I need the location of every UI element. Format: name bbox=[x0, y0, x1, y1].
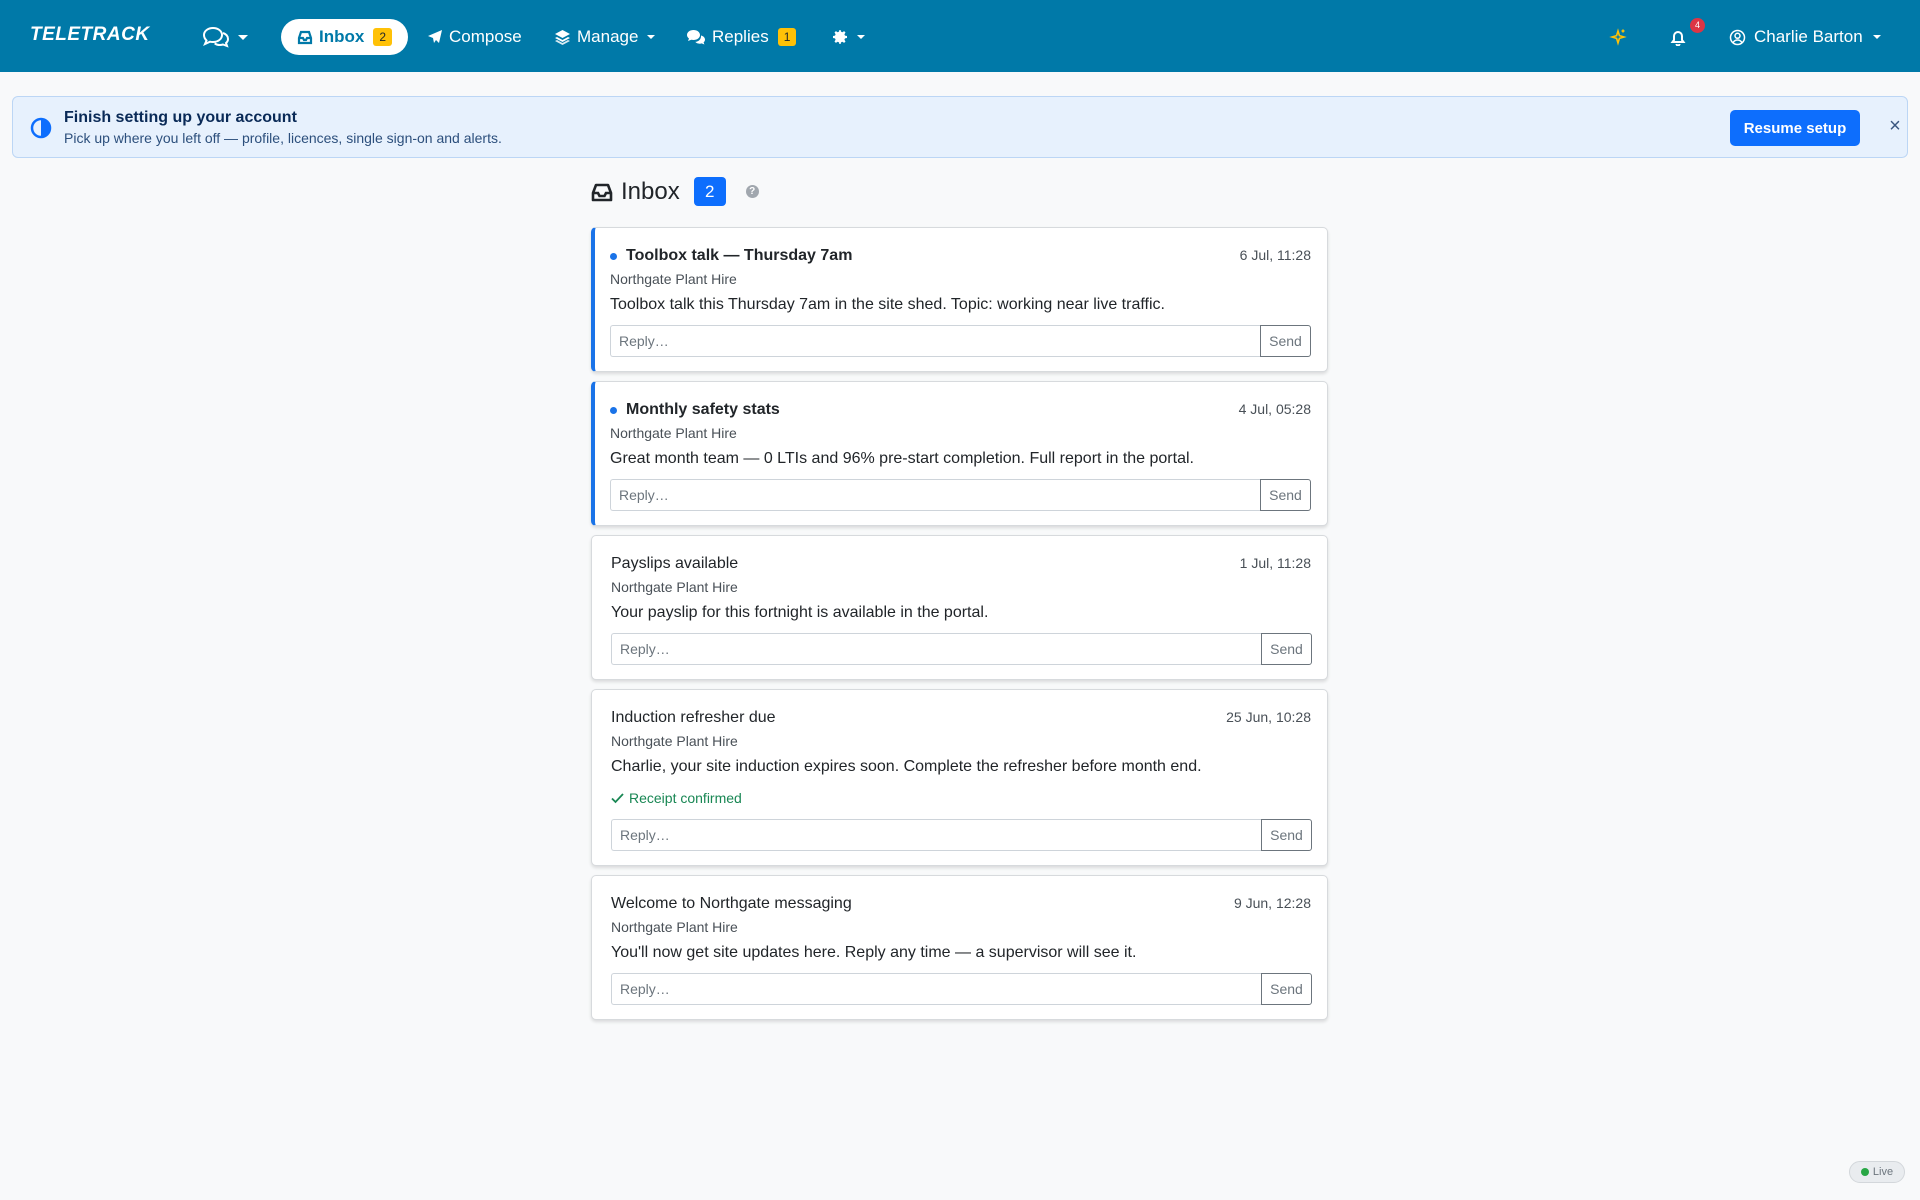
layers-icon bbox=[555, 30, 570, 45]
reply-group: Send bbox=[610, 325, 1311, 357]
sparkles-icon bbox=[1609, 28, 1627, 46]
receipt-status: Receipt confirmed bbox=[611, 790, 742, 806]
brand-logo[interactable]: TELETRACK bbox=[30, 24, 150, 46]
chevron-down-icon bbox=[1872, 35, 1881, 39]
help-icon[interactable]: ? bbox=[745, 185, 759, 198]
message-time: 1 Jul, 11:28 bbox=[1239, 555, 1311, 571]
send-button[interactable]: Send bbox=[1261, 819, 1312, 851]
resume-setup-button[interactable]: Resume setup bbox=[1730, 110, 1860, 146]
inbox-count-badge: 2 bbox=[693, 177, 726, 206]
chat-menu-dropdown[interactable] bbox=[202, 19, 248, 55]
message-card[interactable]: Toolbox talk — Thursday 7am 6 Jul, 11:28… bbox=[591, 227, 1328, 372]
page-title: Inbox 2 ? bbox=[591, 177, 759, 206]
message-time: 4 Jul, 05:28 bbox=[1238, 401, 1311, 417]
nav-compose[interactable]: Compose bbox=[427, 19, 522, 55]
send-button[interactable]: Send bbox=[1260, 479, 1311, 511]
message-card[interactable]: Induction refresher due 25 Jun, 10:28 No… bbox=[591, 689, 1328, 866]
chevron-down-icon bbox=[647, 35, 656, 39]
message-sender: Northgate Plant Hire bbox=[611, 733, 738, 749]
message-sender: Northgate Plant Hire bbox=[610, 425, 737, 441]
inbox-icon bbox=[591, 183, 613, 201]
message-title: Toolbox talk — Thursday 7am bbox=[610, 247, 852, 265]
message-time: 6 Jul, 11:28 bbox=[1239, 247, 1311, 263]
live-label: Live bbox=[1872, 1166, 1894, 1178]
chevron-down-icon bbox=[238, 34, 248, 40]
notifications-button[interactable] bbox=[1670, 19, 1686, 55]
reply-input[interactable] bbox=[611, 633, 1261, 665]
message-sender: Northgate Plant Hire bbox=[611, 579, 738, 595]
close-icon[interactable]: × bbox=[1883, 114, 1907, 138]
inbox-icon bbox=[297, 30, 313, 45]
nav-compose-label: Compose bbox=[449, 27, 522, 46]
message-card[interactable]: Welcome to Northgate messaging 9 Jun, 12… bbox=[591, 875, 1328, 1020]
half-circle-icon bbox=[30, 117, 52, 139]
user-circle-icon bbox=[1729, 29, 1746, 45]
message-title: Monthly safety stats bbox=[610, 401, 780, 419]
nav-manage-dropdown[interactable]: Manage bbox=[554, 19, 656, 55]
reply-input[interactable] bbox=[611, 819, 1261, 851]
message-card[interactable]: Payslips available 1 Jul, 11:28 Northgat… bbox=[591, 535, 1328, 680]
reply-group: Send bbox=[611, 973, 1312, 1005]
notification-count-badge: 4 bbox=[1690, 18, 1705, 33]
message-card[interactable]: Monthly safety stats 4 Jul, 05:28 Northg… bbox=[591, 381, 1328, 526]
message-body: Your payslip for this fortnight is avail… bbox=[611, 604, 989, 621]
reply-input[interactable] bbox=[610, 325, 1260, 357]
message-body: You'll now get site updates here. Reply … bbox=[611, 944, 1137, 961]
live-status-indicator: Live bbox=[1849, 1161, 1905, 1183]
user-name: Charlie Barton bbox=[1754, 27, 1863, 46]
comments-icon bbox=[687, 30, 705, 45]
send-button[interactable]: Send bbox=[1261, 973, 1312, 1005]
message-body: Charlie, your site induction expires soo… bbox=[611, 758, 1202, 775]
nav-manage-label: Manage bbox=[577, 27, 639, 46]
replies-badge: 1 bbox=[777, 28, 797, 46]
nav-replies[interactable]: Replies 1 bbox=[686, 19, 797, 55]
setup-title: Finish setting up your account bbox=[64, 109, 297, 126]
reply-group: Send bbox=[611, 633, 1312, 665]
reply-group: Send bbox=[611, 819, 1312, 851]
paper-plane-icon bbox=[428, 30, 442, 43]
send-button[interactable]: Send bbox=[1261, 633, 1312, 665]
setup-subtitle: Pick up where you left off — profile, li… bbox=[64, 130, 502, 146]
inbox-title: Inbox bbox=[621, 177, 680, 205]
message-title: Payslips available bbox=[611, 555, 739, 572]
nav-inbox-label: Inbox bbox=[319, 27, 365, 46]
message-sender: Northgate Plant Hire bbox=[611, 919, 738, 935]
check-icon bbox=[611, 793, 624, 804]
inbox-badge: 2 bbox=[373, 28, 393, 46]
reply-group: Send bbox=[610, 479, 1311, 511]
message-sender: Northgate Plant Hire bbox=[610, 271, 737, 287]
nav-inbox[interactable]: Inbox 2 bbox=[281, 19, 409, 55]
message-time: 25 Jun, 10:28 bbox=[1226, 709, 1311, 725]
message-time: 9 Jun, 12:28 bbox=[1233, 895, 1311, 911]
message-title: Induction refresher due bbox=[611, 709, 776, 726]
message-body: Great month team — 0 LTIs and 96% pre-st… bbox=[610, 450, 1194, 467]
top-navbar: TELETRACK Inbox 2 Compose Manage Replies… bbox=[0, 0, 1920, 72]
chat-bubbles-icon bbox=[202, 26, 230, 48]
reply-input[interactable] bbox=[611, 973, 1261, 1005]
message-title: Welcome to Northgate messaging bbox=[611, 895, 852, 912]
bell-icon bbox=[1670, 30, 1686, 46]
message-body: Toolbox talk this Thursday 7am in the si… bbox=[610, 296, 1165, 313]
receipt-label: Receipt confirmed bbox=[629, 790, 742, 806]
user-menu-dropdown[interactable]: Charlie Barton bbox=[1729, 19, 1881, 55]
chevron-down-icon bbox=[857, 35, 865, 39]
gear-icon bbox=[833, 30, 847, 44]
ai-assistant-button[interactable] bbox=[1609, 19, 1627, 55]
settings-dropdown[interactable] bbox=[832, 19, 865, 55]
send-button[interactable]: Send bbox=[1260, 325, 1311, 357]
live-dot-icon bbox=[1860, 1168, 1869, 1176]
setup-alert-banner: Finish setting up your account Pick up w… bbox=[12, 96, 1908, 158]
reply-input[interactable] bbox=[610, 479, 1260, 511]
nav-replies-label: Replies bbox=[712, 27, 769, 46]
